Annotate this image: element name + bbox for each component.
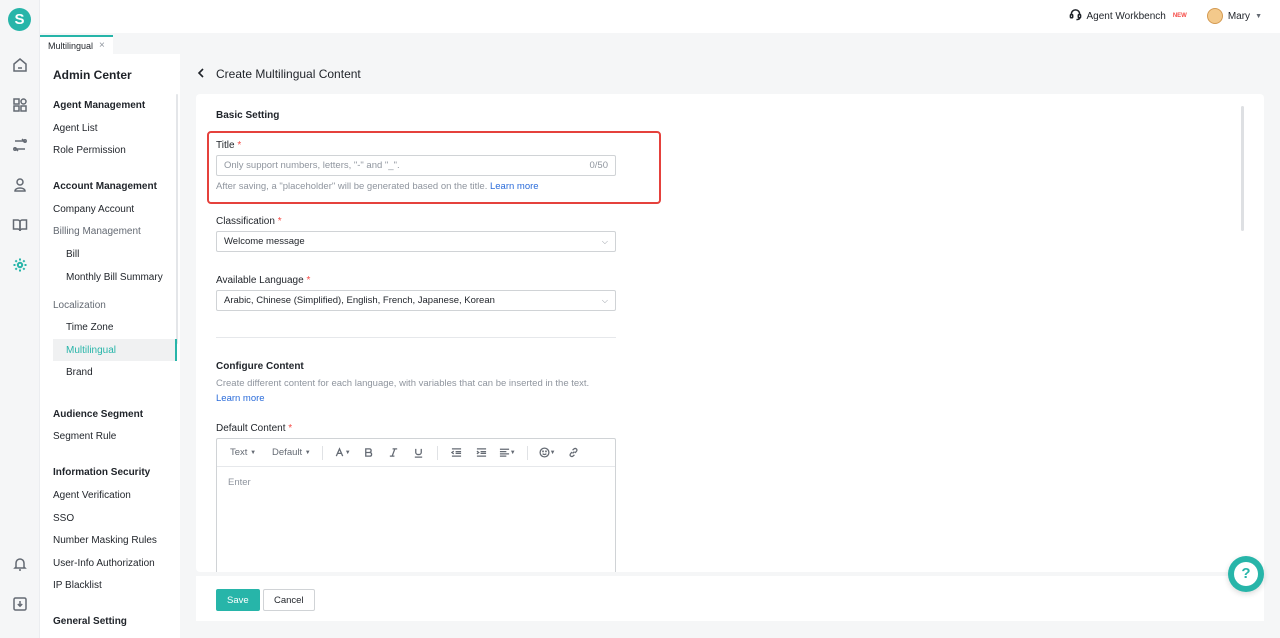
apps-icon[interactable] (10, 95, 30, 115)
nav-brand[interactable]: Brand (66, 367, 93, 378)
group-audience-segment: Audience Segment (53, 409, 144, 420)
divider (216, 337, 616, 338)
new-badge: NEW (1172, 13, 1187, 19)
editor-placeholder: Enter (228, 477, 251, 488)
group-information-security: Information Security (53, 467, 151, 478)
nav-time-zone[interactable]: Time Zone (66, 322, 113, 333)
help-button[interactable]: ? (1228, 556, 1264, 592)
nav-sso[interactable]: SSO (53, 513, 74, 524)
classification-value: Welcome message (224, 236, 305, 247)
chevron-down-icon: ⌵ (601, 295, 608, 305)
italic-icon[interactable] (381, 443, 406, 463)
icon-rail: S (0, 0, 40, 638)
cancel-button[interactable]: Cancel (263, 589, 315, 611)
nav-billing-management[interactable]: Billing Management (53, 226, 141, 237)
book-icon[interactable] (10, 215, 30, 235)
nav-multilingual[interactable]: Multilingual (66, 345, 116, 356)
agent-icon[interactable] (10, 175, 30, 195)
default-content-label: Default Content * (216, 423, 293, 434)
basic-setting-title: Basic Setting (216, 110, 280, 121)
available-language-select[interactable]: Arabic, Chinese (Simplified), English, F… (216, 290, 616, 311)
link-icon[interactable] (561, 443, 586, 463)
nav-agent-list[interactable]: Agent List (53, 123, 97, 134)
title-helper: After saving, a "placeholder" will be ge… (216, 181, 539, 192)
align-icon[interactable]: ▼ (494, 443, 521, 463)
sidenav-title: Admin Center (53, 68, 132, 82)
form-scrollbar[interactable] (1241, 106, 1244, 231)
group-general-setting: General Setting (53, 616, 127, 627)
nav-segment-rule[interactable]: Segment Rule (53, 431, 116, 442)
top-bar: Agent Workbench NEW Mary ▼ (40, 0, 1280, 33)
text-style-dropdown[interactable]: Text ▼ (225, 443, 261, 463)
home-icon[interactable] (10, 55, 30, 75)
bell-icon[interactable] (10, 554, 30, 574)
tab-label: Multilingual (48, 40, 94, 51)
sidenav-scrollbar[interactable] (176, 94, 178, 344)
font-color-icon[interactable]: ▼ (329, 443, 356, 463)
headset-icon (1069, 8, 1082, 24)
editor-body[interactable]: Enter (217, 467, 615, 498)
indent-decrease-icon[interactable] (444, 443, 469, 463)
tabs-bar: Multilingual × (40, 33, 1280, 54)
configure-learn-more-wrap: Learn more (216, 393, 265, 404)
back-icon[interactable] (196, 67, 206, 81)
chevron-down-icon: ⌵ (601, 236, 608, 246)
editor-toolbar: Text ▼ Default ▼ ▼ ▼ ▼ (217, 439, 615, 467)
app-logo[interactable]: S (8, 8, 31, 31)
underline-icon[interactable] (406, 443, 431, 463)
available-language-value: Arabic, Chinese (Simplified), English, F… (224, 295, 495, 306)
bold-icon[interactable] (356, 443, 381, 463)
nav-company-account[interactable]: Company Account (53, 204, 134, 215)
nav-ip-blacklist[interactable]: IP Blacklist (53, 580, 102, 591)
configure-content-title: Configure Content (216, 361, 304, 372)
caret-down-icon: ▼ (1255, 12, 1262, 20)
agent-workbench-label: Agent Workbench (1086, 10, 1166, 22)
side-nav: Admin Center Agent Management Agent List… (40, 54, 180, 638)
user-menu[interactable]: Mary ▼ (1206, 8, 1262, 24)
user-name: Mary (1227, 10, 1251, 22)
routing-icon[interactable] (10, 135, 30, 155)
indent-increase-icon[interactable] (469, 443, 494, 463)
agent-workbench-link[interactable]: Agent Workbench NEW (1069, 8, 1187, 24)
nav-agent-verification[interactable]: Agent Verification (53, 490, 131, 501)
nav-bill[interactable]: Bill (66, 249, 79, 260)
nav-user-info-authorization[interactable]: User-Info Authorization (53, 558, 155, 569)
page-title: Create Multilingual Content (216, 67, 361, 81)
title-input[interactable]: Only support numbers, letters, "-" and "… (216, 155, 616, 176)
classification-label: Classification * (216, 216, 282, 227)
question-icon: ? (1234, 562, 1258, 586)
toolbar-separator (436, 445, 438, 460)
form-footer: Save Cancel (196, 576, 1264, 621)
rich-text-editor[interactable]: Text ▼ Default ▼ ▼ ▼ ▼ Enter (216, 438, 616, 572)
title-learn-more-link[interactable]: Learn more (490, 181, 539, 192)
settings-icon[interactable] (10, 255, 30, 275)
tab-multilingual[interactable]: Multilingual × (40, 35, 113, 54)
available-language-label: Available Language * (216, 275, 311, 286)
close-icon[interactable]: × (99, 38, 105, 54)
toolbar-separator (526, 445, 528, 460)
emoji-icon[interactable]: ▼ (534, 443, 561, 463)
nav-number-masking-rules[interactable]: Number Masking Rules (53, 535, 157, 546)
save-button[interactable]: Save (216, 589, 260, 611)
download-icon[interactable] (10, 594, 30, 614)
font-size-dropdown[interactable]: Default ▼ (267, 443, 316, 463)
toolbar-separator (321, 445, 323, 460)
group-account-management: Account Management (53, 181, 157, 192)
group-agent-management: Agent Management (53, 100, 146, 111)
nav-role-permission[interactable]: Role Permission (53, 145, 126, 156)
configure-content-description: Create different content for each langua… (216, 378, 590, 389)
avatar (1206, 8, 1223, 24)
configure-learn-more-link[interactable]: Learn more (216, 393, 265, 404)
main-content: Create Multilingual Content Basic Settin… (196, 54, 1264, 638)
title-input-placeholder: Only support numbers, letters, "-" and "… (224, 160, 400, 171)
title-char-count: 0/50 (589, 160, 609, 171)
nav-monthly-bill-summary[interactable]: Monthly Bill Summary (66, 272, 163, 283)
nav-localization[interactable]: Localization (53, 300, 106, 311)
title-label: Title * (216, 140, 242, 151)
form-card: Basic Setting Title * Only support numbe… (196, 94, 1264, 572)
classification-select[interactable]: Welcome message ⌵ (216, 231, 616, 252)
page-header: Create Multilingual Content (196, 64, 361, 84)
